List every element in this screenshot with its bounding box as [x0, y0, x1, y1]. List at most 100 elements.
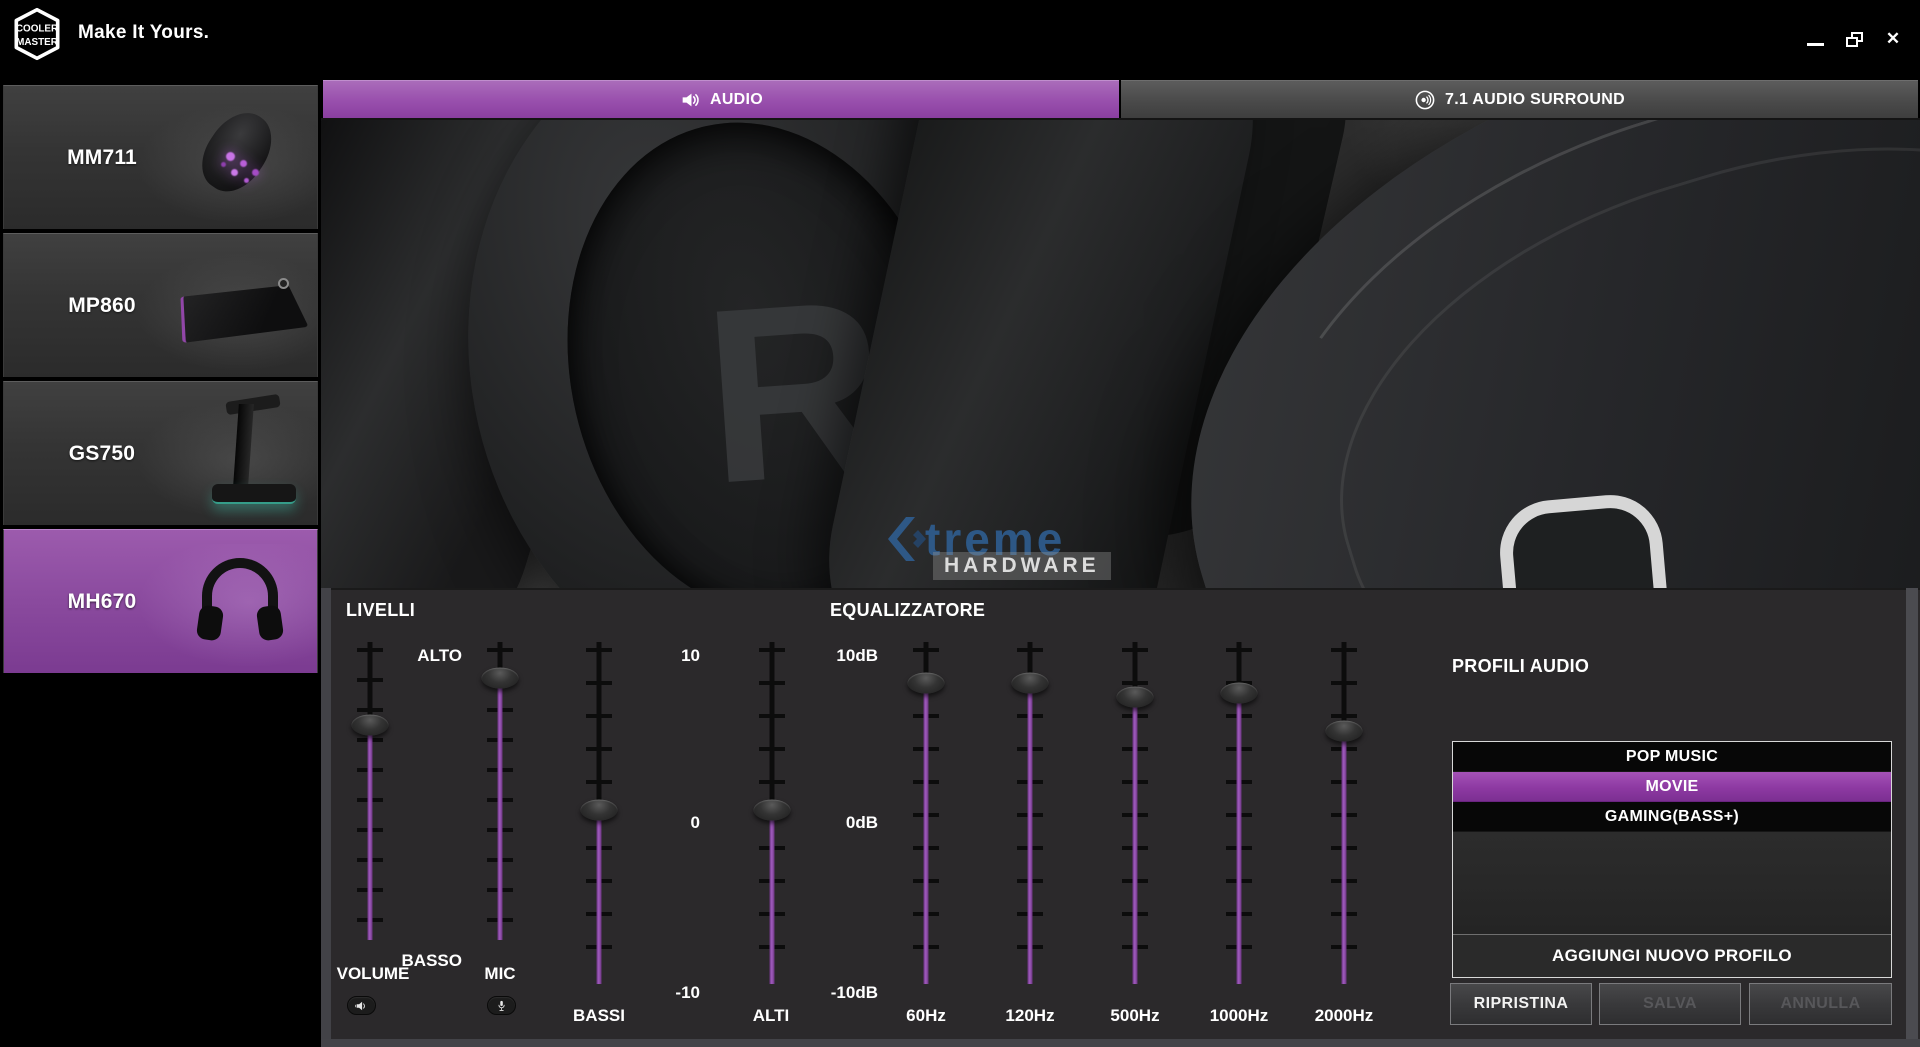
eq-500hz-label: 500Hz — [1095, 1006, 1175, 1026]
minimize-button[interactable] — [1802, 28, 1828, 50]
bass-slider[interactable] — [582, 642, 616, 984]
add-new-profile-button[interactable]: AGGIUNGI NUOVO PROFILO — [1453, 935, 1891, 977]
eq-500hz-thumb[interactable] — [1117, 686, 1154, 707]
mic-icon — [494, 1000, 509, 1012]
slider-fill — [1133, 697, 1138, 984]
audio-profiles-list: POP MUSIC MOVIE GAMING(BASS+) AGGIUNGI N… — [1452, 741, 1892, 978]
title-bar: COOLER MASTER Make It Yours. ✕ — [0, 0, 1920, 68]
slider-fill — [1028, 683, 1033, 984]
restore-button[interactable] — [1841, 28, 1867, 50]
profile-gaming-bass[interactable]: GAMING(BASS+) — [1453, 802, 1891, 832]
mp860-product-image — [174, 244, 309, 368]
profile-label: MOVIE — [1645, 778, 1698, 796]
surround-speaker-icon — [1414, 89, 1436, 111]
gs750-product-image — [174, 392, 309, 516]
panel-edge — [321, 1039, 1920, 1047]
eq-2000hz-label: 2000Hz — [1304, 1006, 1384, 1026]
speaker-icon — [679, 89, 701, 111]
eq-500hz-slider[interactable] — [1118, 642, 1152, 984]
tab-audio-label: AUDIO — [710, 91, 763, 109]
svg-text:MASTER: MASTER — [16, 37, 58, 48]
tone-scale-mid: 0 — [650, 813, 700, 833]
slider-fill — [1237, 693, 1242, 984]
eq-scale-mid: 0dB — [810, 813, 878, 833]
add-new-profile-label: AGGIUNGI NUOVO PROFILO — [1552, 946, 1792, 966]
mic-mute-button[interactable] — [487, 996, 516, 1015]
slider-fill — [770, 810, 775, 984]
profile-label: POP MUSIC — [1626, 748, 1718, 766]
mic-slider-thumb[interactable] — [482, 667, 519, 688]
mic-slider[interactable] — [483, 642, 517, 940]
save-label: SALVA — [1643, 995, 1697, 1013]
levels-section-title: LIVELLI — [346, 600, 415, 621]
tone-scale-bottom: -10 — [650, 983, 700, 1003]
slider-fill — [924, 683, 929, 984]
cooler-master-ring-logo — [1499, 494, 1669, 588]
profile-pop-music[interactable]: POP MUSIC — [1453, 742, 1891, 772]
sidebar-item-mp860[interactable]: MP860 — [3, 233, 318, 377]
device-label: MH670 — [22, 530, 182, 673]
eq-2000hz-slider[interactable] — [1327, 642, 1361, 984]
restore-defaults-label: RIPRISTINA — [1474, 995, 1569, 1013]
mm711-product-image — [174, 96, 309, 220]
eq-scale-bottom: -10dB — [810, 983, 878, 1003]
minimize-dash-icon — [1807, 43, 1824, 46]
eq-2000hz-thumb[interactable] — [1326, 720, 1363, 741]
volume-slider[interactable] — [353, 642, 387, 940]
headset-product-photo: R treme HARDWARE — [321, 118, 1920, 588]
speaker-icon — [354, 1000, 369, 1012]
restore-defaults-button[interactable]: RIPRISTINA — [1450, 983, 1592, 1025]
slider-fill — [597, 810, 602, 984]
device-label: MM711 — [22, 86, 182, 229]
volume-slider-label: VOLUME — [328, 964, 418, 984]
eq-120hz-label: 120Hz — [990, 1006, 1070, 1026]
slider-fill — [498, 678, 503, 940]
cooler-master-logo-icon: COOLER MASTER — [10, 7, 64, 61]
x-chevron-icon — [887, 516, 927, 562]
audio-profiles-title: PROFILI AUDIO — [1452, 656, 1589, 677]
panel-edge — [1906, 588, 1918, 1047]
equalizer-section-title: EQUALIZZATORE — [830, 600, 985, 621]
eq-1000hz-slider[interactable] — [1222, 642, 1256, 984]
device-sidebar: MM711 MP860 GS750 MH670 — [0, 68, 321, 1047]
device-label: MP860 — [22, 234, 182, 377]
sidebar-item-mh670[interactable]: MH670 — [3, 529, 318, 673]
eq-120hz-thumb[interactable] — [1012, 673, 1049, 694]
svg-text:COOLER: COOLER — [16, 23, 58, 34]
eq-1000hz-thumb[interactable] — [1221, 683, 1258, 704]
volume-mute-button[interactable] — [347, 996, 376, 1015]
device-label: GS750 — [22, 382, 182, 525]
treble-slider[interactable] — [755, 642, 789, 984]
profile-list-empty-area — [1453, 832, 1891, 934]
eq-scale-top: 10dB — [810, 646, 878, 666]
tab-audio[interactable]: AUDIO — [323, 80, 1119, 118]
bass-slider-label: BASSI — [559, 1006, 639, 1026]
slider-fill — [1342, 731, 1347, 984]
eq-60hz-label: 60Hz — [886, 1006, 966, 1026]
tone-scale-top: 10 — [650, 646, 700, 666]
close-button[interactable]: ✕ — [1880, 28, 1906, 50]
eq-60hz-thumb[interactable] — [908, 673, 945, 694]
volume-slider-thumb[interactable] — [352, 715, 389, 736]
eq-1000hz-label: 1000Hz — [1199, 1006, 1279, 1026]
cancel-button[interactable]: ANNULLA — [1749, 983, 1892, 1025]
tab-surround-label: 7.1 AUDIO SURROUND — [1445, 91, 1625, 109]
profile-label: GAMING(BASS+) — [1605, 808, 1739, 826]
watermark-hardware: HARDWARE — [933, 552, 1111, 580]
eq-120hz-slider[interactable] — [1013, 642, 1047, 984]
treble-slider-thumb[interactable] — [754, 799, 791, 820]
sidebar-item-mm711[interactable]: MM711 — [3, 85, 318, 229]
volume-scale-high: ALTO — [392, 646, 462, 666]
mic-slider-label: MIC — [470, 964, 530, 984]
treble-slider-label: ALTI — [731, 1006, 811, 1026]
sidebar-item-gs750[interactable]: GS750 — [3, 381, 318, 525]
brand-tagline: Make It Yours. — [78, 22, 209, 44]
profile-movie[interactable]: MOVIE — [1453, 772, 1891, 802]
tab-71-audio-surround[interactable]: 7.1 AUDIO SURROUND — [1121, 80, 1918, 118]
mh670-product-image — [174, 540, 309, 664]
bass-slider-thumb[interactable] — [581, 799, 618, 820]
eq-60hz-slider[interactable] — [909, 642, 943, 984]
slider-fill — [368, 725, 373, 940]
restore-squares-icon — [1846, 32, 1863, 47]
save-button[interactable]: SALVA — [1599, 983, 1741, 1025]
